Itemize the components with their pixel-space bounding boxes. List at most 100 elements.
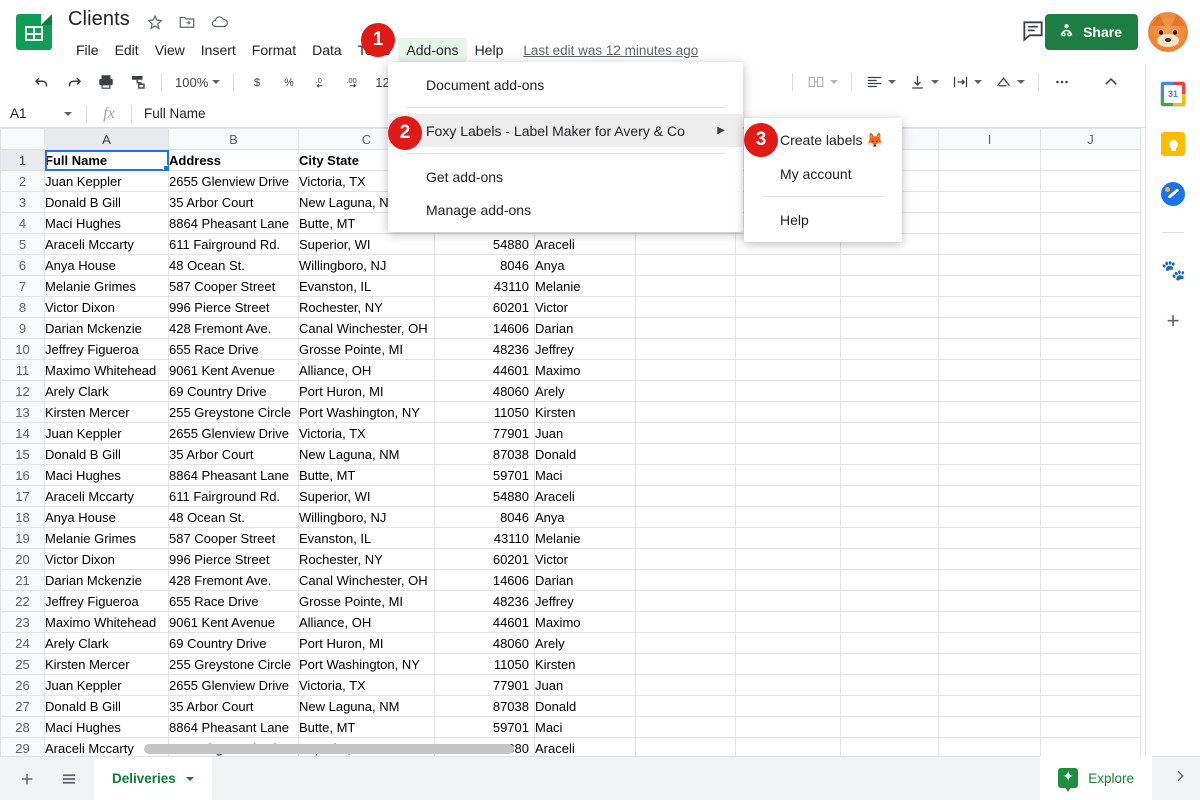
text-rotation-icon[interactable] xyxy=(988,69,1031,95)
currency-dollar-icon[interactable]: $ xyxy=(243,69,271,95)
more-options-icon[interactable] xyxy=(1048,69,1076,95)
addons-dropdown-menu[interactable]: Document add-ons Foxy Labels - Label Mak… xyxy=(388,62,743,232)
cell-J23[interactable] xyxy=(1040,611,1141,633)
row-header-13[interactable]: 13 xyxy=(0,401,45,423)
cell-J28[interactable] xyxy=(1040,716,1141,738)
cell-E13[interactable]: Kirsten xyxy=(534,401,636,423)
cell-G26[interactable] xyxy=(735,674,841,696)
expand-panel-icon[interactable] xyxy=(1172,767,1188,790)
cell-A5[interactable]: Araceli Mccarty xyxy=(44,233,169,255)
cell-J11[interactable] xyxy=(1040,359,1141,381)
menu-format[interactable]: Format xyxy=(244,38,304,62)
cell-H15[interactable] xyxy=(840,443,939,465)
cell-C25[interactable]: Port Washington, NY xyxy=(298,653,435,675)
add-sheet-icon[interactable] xyxy=(12,764,42,794)
cell-I10[interactable] xyxy=(938,338,1041,360)
cell-I3[interactable] xyxy=(938,191,1041,213)
cell-B6[interactable]: 48 Ocean St. xyxy=(168,254,299,276)
cell-D11[interactable]: 44601 xyxy=(434,359,535,381)
cell-C19[interactable]: Evanston, IL xyxy=(298,527,435,549)
row-header-25[interactable]: 25 xyxy=(0,653,45,675)
cell-B1[interactable]: Address xyxy=(168,149,299,171)
row-header-2[interactable]: 2 xyxy=(0,170,45,192)
cell-A3[interactable]: Donald B Gill xyxy=(44,191,169,213)
cell-E7[interactable]: Melanie xyxy=(534,275,636,297)
cell-J22[interactable] xyxy=(1040,590,1141,612)
column-header-I[interactable]: I xyxy=(938,128,1041,150)
cell-A1[interactable]: Full Name xyxy=(44,149,169,171)
cell-C6[interactable]: Willingboro, NJ xyxy=(298,254,435,276)
cell-F19[interactable] xyxy=(635,527,736,549)
menu-data[interactable]: Data xyxy=(304,38,350,62)
cell-F15[interactable] xyxy=(635,443,736,465)
row-header-24[interactable]: 24 xyxy=(0,632,45,654)
cell-C5[interactable]: Superior, WI xyxy=(298,233,435,255)
cell-F21[interactable] xyxy=(635,569,736,591)
cell-B26[interactable]: 2655 Glenview Drive xyxy=(168,674,299,696)
cell-G20[interactable] xyxy=(735,548,841,570)
cell-C11[interactable]: Alliance, OH xyxy=(298,359,435,381)
row-header-27[interactable]: 27 xyxy=(0,695,45,717)
cell-F11[interactable] xyxy=(635,359,736,381)
row-header-7[interactable]: 7 xyxy=(0,275,45,297)
formula-input[interactable]: Full Name xyxy=(132,106,206,121)
cell-H26[interactable] xyxy=(840,674,939,696)
cell-F16[interactable] xyxy=(635,464,736,486)
sheet-tab-deliveries[interactable]: Deliveries xyxy=(94,756,212,800)
cell-G24[interactable] xyxy=(735,632,841,654)
menu-help[interactable]: Help xyxy=(467,38,512,62)
cell-H24[interactable] xyxy=(840,632,939,654)
cell-J21[interactable] xyxy=(1040,569,1141,591)
cell-B18[interactable]: 48 Ocean St. xyxy=(168,506,299,528)
cell-D13[interactable]: 11050 xyxy=(434,401,535,423)
cell-I8[interactable] xyxy=(938,296,1041,318)
cell-J13[interactable] xyxy=(1040,401,1141,423)
cell-G17[interactable] xyxy=(735,485,841,507)
comment-icon[interactable] xyxy=(1020,18,1048,46)
row-header-22[interactable]: 22 xyxy=(0,590,45,612)
cell-G11[interactable] xyxy=(735,359,841,381)
cell-I7[interactable] xyxy=(938,275,1041,297)
cell-J10[interactable] xyxy=(1040,338,1141,360)
paint-format-icon[interactable] xyxy=(124,69,152,95)
cell-J2[interactable] xyxy=(1040,170,1141,192)
increase-decimal-icon[interactable]: .00 xyxy=(339,69,367,95)
menu-addons[interactable]: Add-ons xyxy=(398,38,467,62)
cell-C14[interactable]: Victoria, TX xyxy=(298,422,435,444)
cell-F26[interactable] xyxy=(635,674,736,696)
cell-H9[interactable] xyxy=(840,317,939,339)
cell-F25[interactable] xyxy=(635,653,736,675)
cell-A28[interactable]: Maci Hughes xyxy=(44,716,169,738)
cell-E21[interactable]: Darian xyxy=(534,569,636,591)
cell-G18[interactable] xyxy=(735,506,841,528)
cell-I5[interactable] xyxy=(938,233,1041,255)
row-header-17[interactable]: 17 xyxy=(0,485,45,507)
cell-E18[interactable]: Anya xyxy=(534,506,636,528)
cell-D19[interactable]: 43110 xyxy=(434,527,535,549)
cell-G8[interactable] xyxy=(735,296,841,318)
cell-G22[interactable] xyxy=(735,590,841,612)
cell-I23[interactable] xyxy=(938,611,1041,633)
cell-E20[interactable]: Victor xyxy=(534,548,636,570)
google-calendar-icon[interactable]: 31 xyxy=(1161,82,1185,106)
cell-D12[interactable]: 48060 xyxy=(434,380,535,402)
row-header-4[interactable]: 4 xyxy=(0,212,45,234)
cell-F9[interactable] xyxy=(635,317,736,339)
cell-F28[interactable] xyxy=(635,716,736,738)
cell-B2[interactable]: 2655 Glenview Drive xyxy=(168,170,299,192)
cell-C13[interactable]: Port Washington, NY xyxy=(298,401,435,423)
cell-I21[interactable] xyxy=(938,569,1041,591)
cell-E11[interactable]: Maximo xyxy=(534,359,636,381)
cell-D23[interactable]: 44601 xyxy=(434,611,535,633)
cell-G6[interactable] xyxy=(735,254,841,276)
cell-A8[interactable]: Victor Dixon xyxy=(44,296,169,318)
print-icon[interactable] xyxy=(92,69,120,95)
cell-F8[interactable] xyxy=(635,296,736,318)
cell-D9[interactable]: 14606 xyxy=(434,317,535,339)
cell-A13[interactable]: Kirsten Mercer xyxy=(44,401,169,423)
cell-G13[interactable] xyxy=(735,401,841,423)
menu-item-foxy-labels[interactable]: Foxy Labels - Label Maker for Avery & Co… xyxy=(388,114,743,147)
last-edit-link[interactable]: Last edit was 12 minutes ago xyxy=(523,43,698,58)
move-to-folder-icon[interactable] xyxy=(178,13,196,36)
row-header-1[interactable]: 1 xyxy=(0,149,45,171)
